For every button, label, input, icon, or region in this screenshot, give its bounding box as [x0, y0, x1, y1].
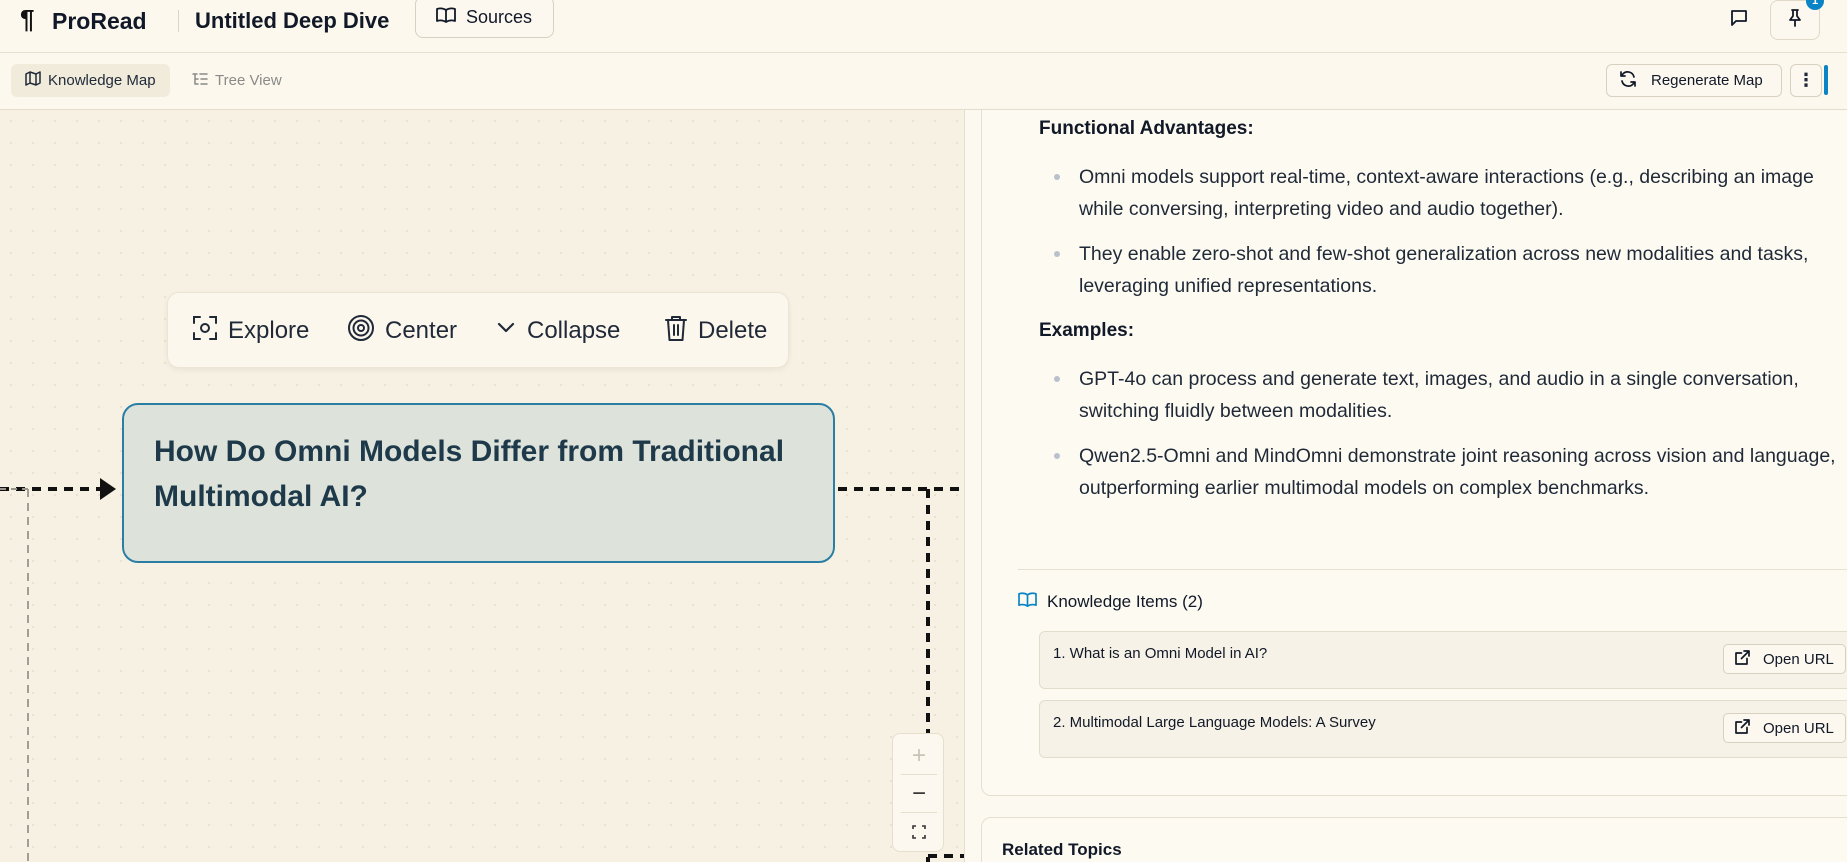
- fullscreen-icon: [912, 818, 926, 846]
- sources-label: Sources: [466, 6, 533, 27]
- center-button[interactable]: Center: [347, 293, 457, 369]
- document-title[interactable]: Untitled Deep Dive: [195, 8, 389, 34]
- topic-detail-card: Functional Advantages: Omni models suppo…: [981, 110, 1847, 796]
- examples-heading: Examples:: [1039, 320, 1135, 341]
- zoom-out-button[interactable]: −: [893, 776, 945, 812]
- logo-icon: ¶: [20, 4, 35, 34]
- explore-label: Explore: [228, 317, 310, 344]
- list-item: Qwen2.5-Omni and MindOmni demonstrate jo…: [1054, 440, 1839, 504]
- target-icon: [347, 314, 375, 349]
- chevron-down-icon: [495, 317, 517, 346]
- tab-knowledge-map[interactable]: Knowledge Map: [11, 64, 170, 97]
- open-url-button[interactable]: Open URL: [1723, 713, 1846, 743]
- open-url-button[interactable]: Open URL: [1723, 644, 1846, 674]
- node-context-menu: Explore Center Collapse Delete: [167, 292, 789, 368]
- tab-label: Knowledge Map: [48, 72, 156, 89]
- trash-icon: [664, 314, 688, 349]
- open-url-label: Open URL: [1763, 719, 1834, 737]
- functional-advantages-heading: Functional Advantages:: [1039, 118, 1254, 139]
- book-icon: [1018, 591, 1037, 613]
- chat-button[interactable]: [1714, 0, 1764, 40]
- external-link-icon: [1734, 718, 1751, 739]
- collapse-button[interactable]: Collapse: [495, 293, 620, 369]
- zoom-divider: [901, 812, 937, 813]
- knowledge-items-header: Knowledge Items (2): [1018, 591, 1203, 613]
- panel-resize-handle[interactable]: [1824, 65, 1828, 95]
- related-topics-card: Related Topics: [981, 817, 1847, 862]
- more-vertical-icon: ⋮: [1797, 70, 1815, 90]
- knowledge-item: 1. What is an Omni Model in AI? Open URL: [1039, 631, 1847, 689]
- tab-tree-view[interactable]: Tree View: [178, 64, 296, 97]
- detail-panel: Functional Advantages: Omni models suppo…: [964, 110, 1847, 862]
- minus-icon: −: [911, 780, 926, 807]
- section-divider: [1018, 569, 1847, 570]
- tab-label: Tree View: [215, 72, 282, 89]
- knowledge-items-label: Knowledge Items (2): [1047, 592, 1203, 611]
- delete-label: Delete: [698, 317, 768, 344]
- zoom-controls: + −: [892, 733, 944, 852]
- view-toolbar: Knowledge Map Tree View Regenerate Map ⋮: [0, 53, 1847, 110]
- related-topics-heading: Related Topics: [1002, 840, 1122, 859]
- zoom-divider: [901, 774, 937, 775]
- map-icon: [25, 71, 41, 90]
- brand-name[interactable]: ProRead: [52, 8, 147, 35]
- book-icon: [436, 6, 456, 29]
- regenerate-label: Regenerate Map: [1651, 72, 1763, 89]
- knowledge-map-canvas[interactable]: Explore Center Collapse Delete How Do Om…: [0, 110, 964, 862]
- zoom-in-button[interactable]: +: [893, 738, 945, 774]
- open-url-label: Open URL: [1763, 650, 1834, 668]
- collapse-label: Collapse: [527, 317, 621, 344]
- list-item: They enable zero-shot and few-shot gener…: [1054, 238, 1839, 302]
- delete-button[interactable]: Delete: [664, 293, 767, 369]
- more-options-button[interactable]: ⋮: [1790, 64, 1822, 97]
- refresh-icon: [1619, 70, 1637, 92]
- fit-view-button[interactable]: [893, 814, 945, 850]
- tree-icon: [192, 72, 208, 90]
- list-item: Omni models support real-time, context-a…: [1054, 161, 1839, 225]
- knowledge-item-title[interactable]: 1. What is an Omni Model in AI?: [1053, 645, 1267, 662]
- header-divider: [178, 10, 179, 32]
- sources-button[interactable]: Sources: [415, 0, 554, 38]
- explore-button[interactable]: Explore: [192, 293, 309, 369]
- pin-icon: [1785, 8, 1805, 33]
- knowledge-item: 2. Multimodal Large Language Models: A S…: [1039, 700, 1847, 758]
- top-header: ¶ ProRead Untitled Deep Dive Sources 1: [0, 0, 1847, 53]
- list-item: GPT-4o can process and generate text, im…: [1054, 363, 1839, 427]
- center-label: Center: [385, 317, 458, 344]
- external-link-icon: [1734, 649, 1751, 670]
- topic-node[interactable]: How Do Omni Models Differ from Tradition…: [122, 403, 835, 563]
- knowledge-item-title[interactable]: 2. Multimodal Large Language Models: A S…: [1053, 714, 1376, 731]
- regenerate-map-button[interactable]: Regenerate Map: [1606, 64, 1782, 97]
- plus-icon: +: [911, 742, 926, 769]
- explore-focus-icon: [192, 315, 218, 348]
- node-title: How Do Omni Models Differ from Tradition…: [154, 435, 785, 513]
- chat-icon: [1729, 8, 1749, 33]
